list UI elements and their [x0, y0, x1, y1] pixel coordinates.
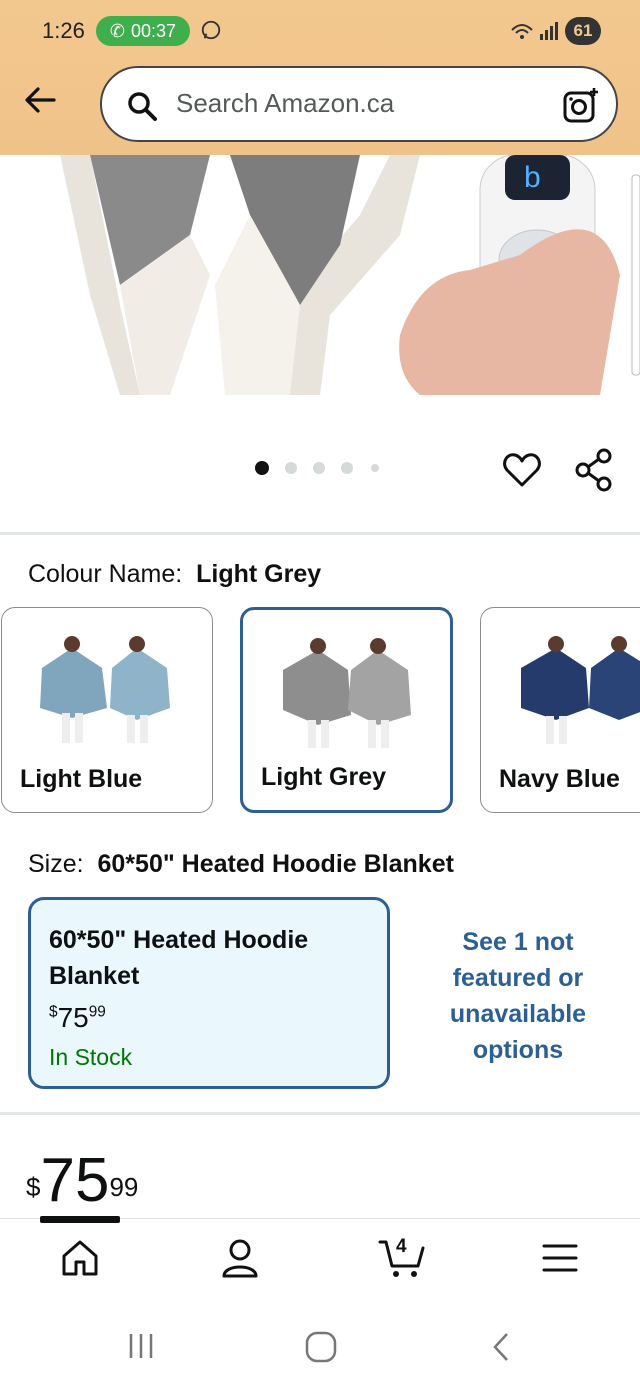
gallery-dot[interactable]	[285, 462, 297, 474]
colour-option-light-grey[interactable]: Light Grey	[240, 607, 453, 813]
colour-label: Colour Name: Light Grey	[28, 560, 321, 589]
gallery-dot[interactable]	[371, 464, 379, 472]
cart-count-badge: 4	[396, 1236, 407, 1257]
size-option-price: $7599	[49, 1002, 106, 1034]
gallery-dot[interactable]	[313, 462, 325, 474]
call-timer: 00:37	[131, 20, 177, 41]
swatch-label: Light Blue	[20, 765, 143, 793]
colour-option-light-blue[interactable]: Light Blue	[1, 607, 213, 813]
see-more-options-link[interactable]: See 1 not featured or unavailable option…	[420, 924, 616, 1068]
phone-icon: ✆	[109, 20, 126, 41]
system-nav-bar	[0, 1300, 640, 1388]
share-icon[interactable]	[574, 448, 614, 492]
whatsapp-icon	[201, 20, 221, 40]
back-arrow-icon[interactable]	[20, 80, 60, 120]
system-back-icon[interactable]	[487, 1330, 517, 1364]
price-cents: 99	[88, 1003, 106, 1021]
heart-icon[interactable]	[502, 450, 542, 490]
colour-selected-value: Light Grey	[196, 560, 322, 588]
top-header: 1:26 ✆ 00:37 61 Search Amazon.ca	[0, 0, 640, 155]
size-selected-value: 60*50" Heated Hoodie Blanket	[97, 850, 454, 878]
price-currency: $	[49, 1003, 58, 1021]
price-dollars: 75	[57, 1002, 89, 1033]
battery-indicator: 61	[565, 17, 601, 45]
search-icon	[128, 92, 157, 121]
light-blue-thumbnail	[40, 636, 170, 743]
section-divider	[0, 532, 640, 535]
price-dollars: 75	[40, 1146, 110, 1215]
swatch-label: Navy Blue	[499, 765, 620, 793]
home-button-icon[interactable]	[304, 1330, 338, 1364]
stock-status: In Stock	[49, 1044, 133, 1070]
search-input[interactable]: Search Amazon.ca	[176, 88, 394, 119]
recent-apps-icon[interactable]	[125, 1330, 157, 1362]
light-grey-thumbnail	[283, 638, 411, 748]
colour-label-text: Colour Name:	[28, 560, 183, 588]
menu-icon[interactable]	[538, 1236, 582, 1280]
signal-icon	[511, 22, 558, 40]
section-divider	[0, 1112, 640, 1115]
camera-search-icon[interactable]	[562, 86, 600, 124]
home-icon[interactable]	[58, 1236, 102, 1280]
svg-text:b: b	[524, 161, 541, 194]
account-icon[interactable]	[218, 1236, 262, 1280]
navy-blue-thumbnail	[521, 636, 640, 744]
gallery-dot[interactable]	[341, 462, 353, 474]
size-option-title: 60*50" Heated Hoodie Blanket	[49, 926, 309, 990]
size-label: Size: 60*50" Heated Hoodie Blanket	[28, 850, 454, 879]
status-time: 1:26	[42, 18, 85, 43]
swatch-label: Light Grey	[261, 763, 387, 791]
active-tab-indicator	[40, 1216, 120, 1223]
product-image[interactable]: b	[0, 155, 640, 395]
gallery-dot-active[interactable]	[255, 461, 269, 475]
size-label-text: Size:	[28, 850, 84, 878]
price-cents: 99	[109, 1172, 139, 1202]
colour-option-navy-blue[interactable]: Navy Blue	[480, 607, 640, 813]
call-indicator[interactable]: ✆ 00:37	[96, 16, 190, 46]
size-option-card[interactable]: 60*50" Heated Hoodie Blanket $7599 In St…	[28, 897, 390, 1089]
price-currency: $	[26, 1172, 41, 1202]
search-bar[interactable]: Search Amazon.ca	[100, 66, 618, 142]
main-price: $7599	[26, 1150, 138, 1212]
